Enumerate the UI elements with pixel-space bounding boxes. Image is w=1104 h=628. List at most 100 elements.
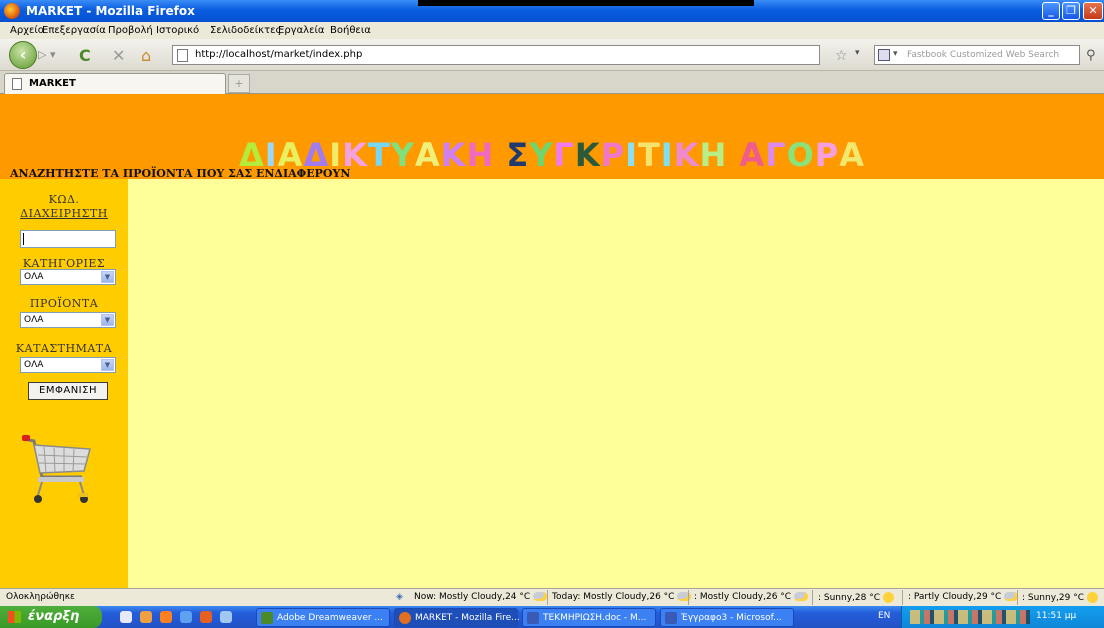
maximize-button[interactable]: ❐ [1062,2,1080,20]
weather-now: Now: Mostly Cloudy,24 °C [414,592,548,602]
search-icon[interactable]: ⚲ [1086,48,1096,63]
engine-dropdown-icon[interactable]: ▾ [893,49,898,59]
quicklaunch-icon[interactable] [200,611,212,623]
menu-bookmarks[interactable]: Σελιδοδείκτες [210,25,281,36]
show-button[interactable]: ΕΜΦΑΝΙΣΗ [28,382,108,400]
search-placeholder: Fastbook Customized Web Search [907,50,1060,60]
task-firefox[interactable]: MARKET - Mozilla Fire... [394,608,520,627]
products-value: ΟΛΑ [24,315,44,325]
site-title-letter: Κ [673,136,700,174]
language-indicator[interactable]: EN [878,611,890,621]
weather-day-4: : Sunny,29 °C [1022,592,1099,603]
site-title-letter: Υ [390,136,415,174]
chevron-down-icon[interactable]: ▼ [101,359,114,371]
search-box[interactable]: ▾ Fastbook Customized Web Search [874,45,1080,65]
admin-label: ΔΙΑΧΕΙΡΗΣΤΗ [20,207,108,220]
firefox-icon [4,3,20,19]
tray-icons[interactable] [910,610,1030,624]
firefox-icon [399,612,411,624]
stores-label: ΚΑΤΑΣΤΗΜΑΤΑ [15,342,113,355]
site-title-letter: Η [699,136,728,174]
site-header: ΔΙΑΔΙΚΤΥΑΚΗ ΣΥΓΚΡΙΤΙΚΗ ΑΓΟΡΑ ΑΝΑΖΗΤΗΣΤΕ … [0,94,1104,180]
weather-day-1: : Mostly Cloudy,26 °C [694,592,809,602]
task-dreamweaver[interactable]: Adobe Dreamweaver ... [256,608,390,627]
site-title-letter: Κ [574,136,601,174]
menu-history[interactable]: Ιστορικό [156,25,199,36]
windows-logo-icon [8,611,21,623]
url-dropdown-icon[interactable]: ▾ [855,48,860,58]
weather-day-3: : Partly Cloudy,29 °C [908,592,1019,602]
menu-file[interactable]: Αρχείο [10,25,44,36]
quicklaunch-icon[interactable] [180,611,192,623]
back-button[interactable]: ‹ [9,41,37,69]
menu-bar: Αρχείο Επεξεργασία Προβολή Ιστορικό Σελι… [0,22,1104,39]
admin-code-label: ΚΩΔ. [48,193,80,206]
admin-code-input[interactable] [20,230,116,248]
site-title-letter: Α [414,136,441,174]
cloud-icon [533,592,548,601]
menu-view[interactable]: Προβολή [108,25,153,36]
text-caret [23,233,24,245]
weather-today: Today: Mostly Cloudy,26 °C [552,592,692,602]
search-sidebar: ΚΩΔ. ΔΙΑΧΕΙΡΗΣΤΗ ΚΑΤΗΓΟΡΙΕΣ ΟΛΑ ▼ ΠΡΟΪΟΝ… [0,179,128,588]
site-title-letter: Γ [765,136,787,174]
home-icon[interactable]: ⌂ [141,46,151,65]
url-bar[interactable]: http://localhost/market/index.php [172,45,820,65]
site-title-letter: Υ [529,136,554,174]
reload-icon[interactable]: C [79,46,91,65]
menu-tools[interactable]: Εργαλεία [278,25,324,36]
url-text: http://localhost/market/index.php [195,49,363,60]
site-title-letter: Ρ [600,136,626,174]
status-bar: Ολοκληρώθηκε ◈ Now: Mostly Cloudy,24 °C … [0,588,1104,606]
categories-select[interactable]: ΟΛΑ ▼ [20,269,116,285]
search-engine-icon[interactable] [878,49,890,61]
weather-day-2: : Sunny,28 °C [818,592,895,603]
site-title-letter: Α [839,136,865,174]
site-title-letter: Κ [440,136,467,174]
quicklaunch-icon[interactable] [120,611,132,623]
categories-value: ΟΛΑ [24,272,44,282]
word-icon [527,612,539,624]
tab-market[interactable]: MARKET [4,73,226,94]
chevron-down-icon[interactable]: ▼ [101,314,114,326]
status-text: Ολοκληρώθηκε [6,592,75,602]
site-title-letter: Ι [625,136,638,174]
windows-taskbar: έναρξη Adobe Dreamweaver ... MARKET - Mo… [0,606,1104,628]
weather-icon: ◈ [396,592,403,602]
site-title-letter: Ι [660,136,674,174]
navigation-toolbar: ‹ ▷ ▾ C ✕ ⌂ http://localhost/market/inde… [0,39,1104,71]
menu-help[interactable]: Βοήθεια [330,25,371,36]
cloud-icon [794,592,809,601]
start-button[interactable]: έναρξη [0,606,102,628]
title-bar: MARKET - Mozilla Firefox _ ❐ ✕ [0,0,1104,22]
products-label: ΠΡΟΪΟΝΤΑ [29,297,99,310]
site-title-letter: Τ [637,136,661,174]
site-title-letter [494,136,506,174]
forward-button[interactable]: ▷ ▾ [38,48,60,64]
word-icon [665,612,677,624]
page-icon [177,49,188,62]
stop-icon[interactable]: ✕ [112,46,125,65]
minimize-button[interactable]: _ [1042,2,1060,20]
new-tab-button[interactable]: + [228,74,250,93]
site-title-letter: Τ [367,136,391,174]
menu-edit[interactable]: Επεξεργασία [42,25,106,36]
close-button[interactable]: ✕ [1083,2,1103,20]
sun-icon [1087,592,1099,603]
products-select[interactable]: ΟΛΑ ▼ [20,312,116,328]
quicklaunch-icon[interactable] [220,611,232,623]
bookmark-star-icon[interactable]: ☆ [835,48,848,64]
site-title-letter: Α [739,136,766,174]
stores-value: ΟΛΑ [24,360,44,370]
quicklaunch-icon[interactable] [160,611,172,623]
task-word-doc[interactable]: ΤΕΚΜΗΡΙΩΣΗ.doc - M... [522,608,656,627]
task-word-doc-2[interactable]: Έγγραφο3 - Microsof... [660,608,794,627]
start-label: έναρξη [28,609,80,624]
window-title: MARKET - Mozilla Firefox [26,4,195,18]
quicklaunch-icon[interactable] [140,611,152,623]
cloud-icon [677,592,692,601]
shopping-cart-icon [22,435,91,503]
site-title-letter: Η [466,136,495,174]
stores-select[interactable]: ΟΛΑ ▼ [20,357,116,373]
chevron-down-icon[interactable]: ▼ [101,271,114,283]
